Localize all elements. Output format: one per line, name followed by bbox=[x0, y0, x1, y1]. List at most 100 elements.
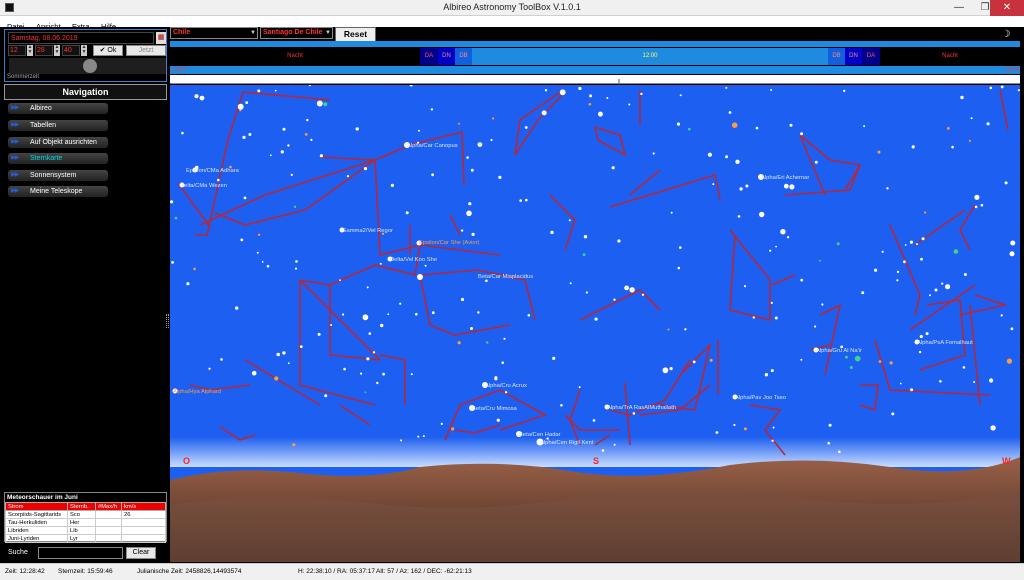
nav-item-albireo[interactable]: ▶▶ Albireo bbox=[8, 103, 108, 114]
col-header[interactable]: #Max/h bbox=[95, 502, 122, 511]
star-label-avior[interactable]: Epsilon/Car She (Avior) bbox=[419, 240, 479, 246]
clear-button[interactable]: Clear bbox=[126, 547, 156, 559]
star bbox=[541, 110, 547, 116]
hour-field[interactable]: 12 bbox=[8, 45, 26, 56]
col-header[interactable]: Strom bbox=[5, 502, 68, 511]
window-title: Albireo Astronomy ToolBox V.1.0.1 bbox=[443, 2, 581, 12]
star bbox=[617, 239, 621, 243]
star bbox=[405, 211, 409, 215]
star bbox=[355, 127, 359, 131]
city-select[interactable]: Santiago De Chile ▼ bbox=[260, 27, 333, 39]
star bbox=[735, 159, 740, 164]
star bbox=[843, 89, 846, 93]
menu-bar: Datei Ansicht Extra Hilfe bbox=[0, 16, 1024, 31]
star bbox=[186, 282, 190, 286]
nav-item-sternkarte[interactable]: ▶▶ Sternkarte bbox=[8, 153, 108, 164]
calendar-icon[interactable]: ▦ bbox=[156, 32, 166, 44]
star-label-koo-she[interactable]: Delta/Vel Koo She bbox=[390, 257, 437, 263]
star bbox=[970, 117, 973, 120]
star-label-regor[interactable]: Gamma2/Vel Regor bbox=[342, 228, 393, 234]
star-label-al-nair[interactable]: Alpha/Gru Al Na'ir bbox=[816, 348, 862, 354]
star bbox=[460, 229, 464, 232]
now-button[interactable]: Jetzt bbox=[126, 45, 166, 56]
table-row[interactable]: Tau-Herkuliden Her bbox=[5, 518, 166, 527]
star bbox=[715, 431, 719, 434]
table-row[interactable]: Libriden Lib bbox=[5, 526, 166, 535]
star-label-joo-tseo[interactable]: Alpha/Pav Joo Tseo bbox=[735, 395, 786, 401]
star bbox=[376, 381, 379, 385]
star bbox=[759, 211, 765, 218]
star bbox=[282, 127, 286, 131]
star-label-rigil-kent[interactable]: Alpha/Cen Rigil Kent bbox=[540, 440, 594, 446]
col-header[interactable]: Sternb. bbox=[67, 502, 96, 511]
second-field[interactable]: 40 bbox=[62, 45, 80, 56]
star bbox=[728, 111, 732, 114]
star bbox=[845, 355, 848, 359]
star-label-alphard[interactable]: Alpha/Hya Alphard bbox=[173, 389, 221, 395]
country-value: Chile bbox=[173, 29, 191, 36]
time-ruler[interactable] bbox=[170, 75, 1020, 88]
star bbox=[911, 145, 915, 149]
col-header[interactable]: km/s bbox=[121, 502, 166, 511]
star-label-mimosa[interactable]: Beta/Cru Mimosa bbox=[472, 406, 517, 412]
table-cell: Juni-Lyriden bbox=[5, 534, 68, 543]
table-row[interactable]: Juni-Lyriden Lyr bbox=[5, 534, 166, 543]
star-label-acrux[interactable]: Alpha/Cru Acrux bbox=[485, 383, 527, 389]
star-label-fomalhaut[interactable]: Alpha/PsA Fomalhaut bbox=[917, 340, 973, 346]
time-slider-knob[interactable] bbox=[83, 59, 97, 73]
minute-field[interactable]: 28 bbox=[35, 45, 53, 56]
app-window: Albireo Astronomy ToolBox V.1.0.1 — ❐ ✕ … bbox=[0, 0, 1024, 580]
star bbox=[363, 167, 368, 171]
star bbox=[417, 435, 420, 438]
star bbox=[989, 378, 994, 383]
second-spinner[interactable]: ▲ ▼ bbox=[81, 45, 87, 56]
star bbox=[707, 152, 713, 157]
table-cell bbox=[121, 534, 166, 543]
star-label-wezen[interactable]: Delta/CMa Wezen bbox=[180, 183, 227, 189]
star-label-hadar[interactable]: Beta/Cen Hadar bbox=[519, 432, 561, 438]
table-cell bbox=[121, 526, 166, 535]
twilight-timeline[interactable]: Nacht DA DN DB 12:00 DB DN DA Nacht bbox=[170, 48, 1020, 65]
ok-button[interactable]: ✔ Ok bbox=[93, 45, 123, 56]
star-map[interactable]: O S W Alpha/Car Canopus Epsilon/CMa Adha… bbox=[170, 85, 1020, 562]
date-field[interactable]: Samstag, 08.06.2019 bbox=[8, 32, 154, 44]
search-input[interactable] bbox=[38, 547, 123, 559]
bright-star[interactable] bbox=[417, 274, 423, 280]
star bbox=[390, 183, 394, 187]
star bbox=[896, 279, 899, 282]
star-label-adhara[interactable]: Epsilon/CMa Adhara bbox=[186, 168, 239, 174]
star bbox=[986, 122, 990, 126]
country-select[interactable]: Chile ▼ bbox=[170, 27, 258, 39]
nav-item-auf-objekt-ausrichten[interactable]: ▶▶ Auf Objekt ausrichten bbox=[8, 137, 108, 148]
reset-button[interactable]: Reset bbox=[335, 27, 376, 42]
star bbox=[745, 184, 749, 188]
table-row[interactable]: Scorpiids-Sagittarids Sco 26 bbox=[5, 510, 166, 519]
minute-spinner[interactable]: ▲ ▼ bbox=[54, 45, 60, 56]
table-cell bbox=[121, 518, 166, 527]
star bbox=[486, 341, 489, 344]
star bbox=[783, 183, 789, 189]
hour-spinner[interactable]: ▲ ▼ bbox=[27, 45, 33, 56]
table-cell: Her bbox=[67, 518, 96, 527]
title-bar: Albireo Astronomy ToolBox V.1.0.1 — ❐ ✕ bbox=[0, 0, 1024, 16]
star bbox=[861, 291, 865, 295]
star-label-rasalmuthallath[interactable]: Alpha/TrA RasAlMuthallath bbox=[607, 405, 676, 411]
star bbox=[380, 323, 384, 328]
star bbox=[440, 422, 443, 425]
star bbox=[294, 267, 298, 270]
minimize-button[interactable]: — bbox=[946, 0, 972, 16]
nav-item-sonnensystem[interactable]: ▶▶ Sonnensystem bbox=[8, 170, 108, 181]
star bbox=[527, 314, 531, 317]
star bbox=[295, 260, 298, 263]
star-label-achernar[interactable]: Alpha/Eri Achernar bbox=[761, 175, 809, 181]
timeline-day: 12:00 bbox=[472, 48, 828, 65]
nav-item-tabellen[interactable]: ▶▶ Tabellen bbox=[8, 120, 108, 131]
nav-item-meine-teleskope[interactable]: ▶▶ Meine Teleskope bbox=[8, 186, 108, 197]
close-button[interactable]: ✕ bbox=[990, 0, 1024, 16]
star-map-canvas[interactable] bbox=[170, 85, 1020, 562]
star-label-canopus[interactable]: Alpha/Car Canopus bbox=[407, 143, 458, 149]
panel-splitter-handle[interactable] bbox=[166, 314, 169, 328]
star bbox=[769, 249, 772, 252]
time-slider[interactable] bbox=[9, 58, 166, 74]
star-label-miaplacidus[interactable]: Beta/Car Miaplacidus bbox=[478, 274, 533, 280]
